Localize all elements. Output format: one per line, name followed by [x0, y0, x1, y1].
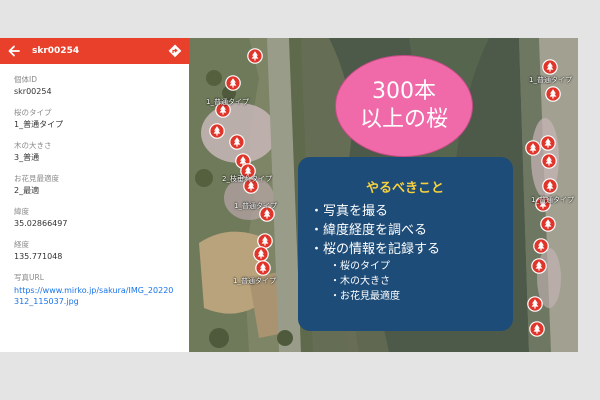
- field-label: 経度: [14, 240, 29, 249]
- cherry-tree-icon: [545, 86, 561, 102]
- field-label: 緯度: [14, 207, 29, 216]
- cherry-tree-icon: [225, 75, 241, 91]
- todo-box: やるべきこと ・写真を撮る ・緯度経度を調べる ・桜の情報を記録する ・桜のタイ…: [298, 157, 513, 331]
- cherry-tree-icon: [541, 153, 557, 169]
- cherry-tree-pin[interactable]: [541, 153, 557, 169]
- cherry-tree-icon: [527, 296, 543, 312]
- field-value: skr00254: [14, 87, 52, 96]
- todo-subitem: ・桜のタイプ: [330, 261, 390, 272]
- pin-label: 1_普通タイプ: [233, 277, 276, 285]
- panel-title: skr00254: [32, 46, 80, 56]
- field-viewing-score: お花見最適度 2_最適: [0, 174, 189, 196]
- todo-item: ・緯度経度を調べる: [310, 223, 428, 238]
- cherry-tree-icon: [529, 321, 545, 337]
- cherry-tree-icon: [247, 48, 263, 64]
- cherry-tree-pin[interactable]: [542, 59, 558, 75]
- cherry-tree-icon: [209, 123, 225, 139]
- pin-label: 2_枝垂れタイプ: [222, 175, 272, 183]
- todo-subitem: ・お花見最適度: [330, 291, 400, 302]
- cherry-tree-pin[interactable]: [527, 296, 543, 312]
- cherry-tree-icon: [531, 258, 547, 274]
- pin-label: 1_普通タイプ: [206, 98, 249, 106]
- cherry-tree-pin[interactable]: [542, 178, 558, 194]
- field-value: 1_普通タイプ: [14, 120, 64, 129]
- cherry-tree-pin[interactable]: [225, 75, 241, 91]
- cherry-tree-pin[interactable]: [209, 123, 225, 139]
- cherry-tree-pin[interactable]: [529, 321, 545, 337]
- field-value: 2_最適: [14, 186, 40, 195]
- todo-item: ・写真を撮る: [310, 204, 389, 219]
- cherry-tree-icon: [540, 216, 556, 232]
- field-longitude: 経度 135.771048: [0, 240, 189, 262]
- cherry-tree-pin[interactable]: [247, 48, 263, 64]
- field-label: 桜のタイプ: [14, 108, 52, 117]
- field-label: 写真URL: [14, 273, 44, 282]
- cherry-tree-pin[interactable]: [255, 260, 271, 276]
- panel-header: skr00254: [0, 38, 189, 64]
- field-photo-url: 写真URL https://www.mirko.jp/sakura/IMG_20…: [0, 273, 189, 307]
- cherry-tree-icon: [229, 134, 245, 150]
- cherry-tree-pin[interactable]: [229, 134, 245, 150]
- pin-label: 1_普通タイプ: [531, 196, 574, 204]
- cherry-tree-pin[interactable]: [540, 216, 556, 232]
- cherry-tree-icon: [525, 140, 541, 156]
- detail-panel: skr00254 個体ID skr00254 桜のタイプ 1_普通タイプ 木の大…: [0, 38, 189, 352]
- todo-item: ・桜の情報を記録する: [310, 242, 441, 257]
- slide-background: skr00254 個体ID skr00254 桜のタイプ 1_普通タイプ 木の大…: [0, 0, 600, 400]
- field-tree-size: 木の大きさ 3_普通: [0, 141, 189, 163]
- cherry-tree-icon: [533, 238, 549, 254]
- photo-url-link[interactable]: https://www.mirko.jp/sakura/IMG_20220312…: [14, 285, 175, 307]
- field-label: 木の大きさ: [14, 141, 52, 150]
- bubble-line-1: 300本: [372, 79, 436, 104]
- cherry-tree-pin[interactable]: [540, 135, 556, 151]
- pin-label: 1_普通タイプ: [234, 202, 277, 210]
- cherry-tree-pin[interactable]: [531, 258, 547, 274]
- cherry-tree-pin[interactable]: [525, 140, 541, 156]
- cherry-tree-icon: [542, 178, 558, 194]
- cherry-tree-pin[interactable]: [545, 86, 561, 102]
- cherry-tree-icon: [542, 59, 558, 75]
- field-value: 35.02866497: [14, 219, 68, 228]
- bubble-line-2: 以上の桜: [359, 107, 448, 132]
- cherry-tree-icon: [540, 135, 556, 151]
- field-value: 3_普通: [14, 153, 40, 162]
- field-value: 135.771048: [14, 252, 63, 261]
- cherry-tree-pin[interactable]: [533, 238, 549, 254]
- field-sakura-type: 桜のタイプ 1_普通タイプ: [0, 108, 189, 130]
- todo-subitem: ・木の大きさ: [330, 276, 390, 287]
- field-label: お花見最適度: [14, 174, 59, 183]
- back-arrow-icon[interactable]: [6, 43, 22, 59]
- pin-label: 1_普通タイプ: [529, 76, 572, 84]
- todo-title: やるべきこと: [365, 181, 444, 196]
- field-label: 個体ID: [14, 75, 37, 84]
- directions-icon[interactable]: [167, 43, 183, 59]
- cherry-tree-icon: [255, 260, 271, 276]
- tree-count-bubble: 300本 以上の桜: [335, 55, 473, 157]
- field-id: 個体ID skr00254: [0, 75, 189, 97]
- field-latitude: 緯度 35.02866497: [0, 207, 189, 229]
